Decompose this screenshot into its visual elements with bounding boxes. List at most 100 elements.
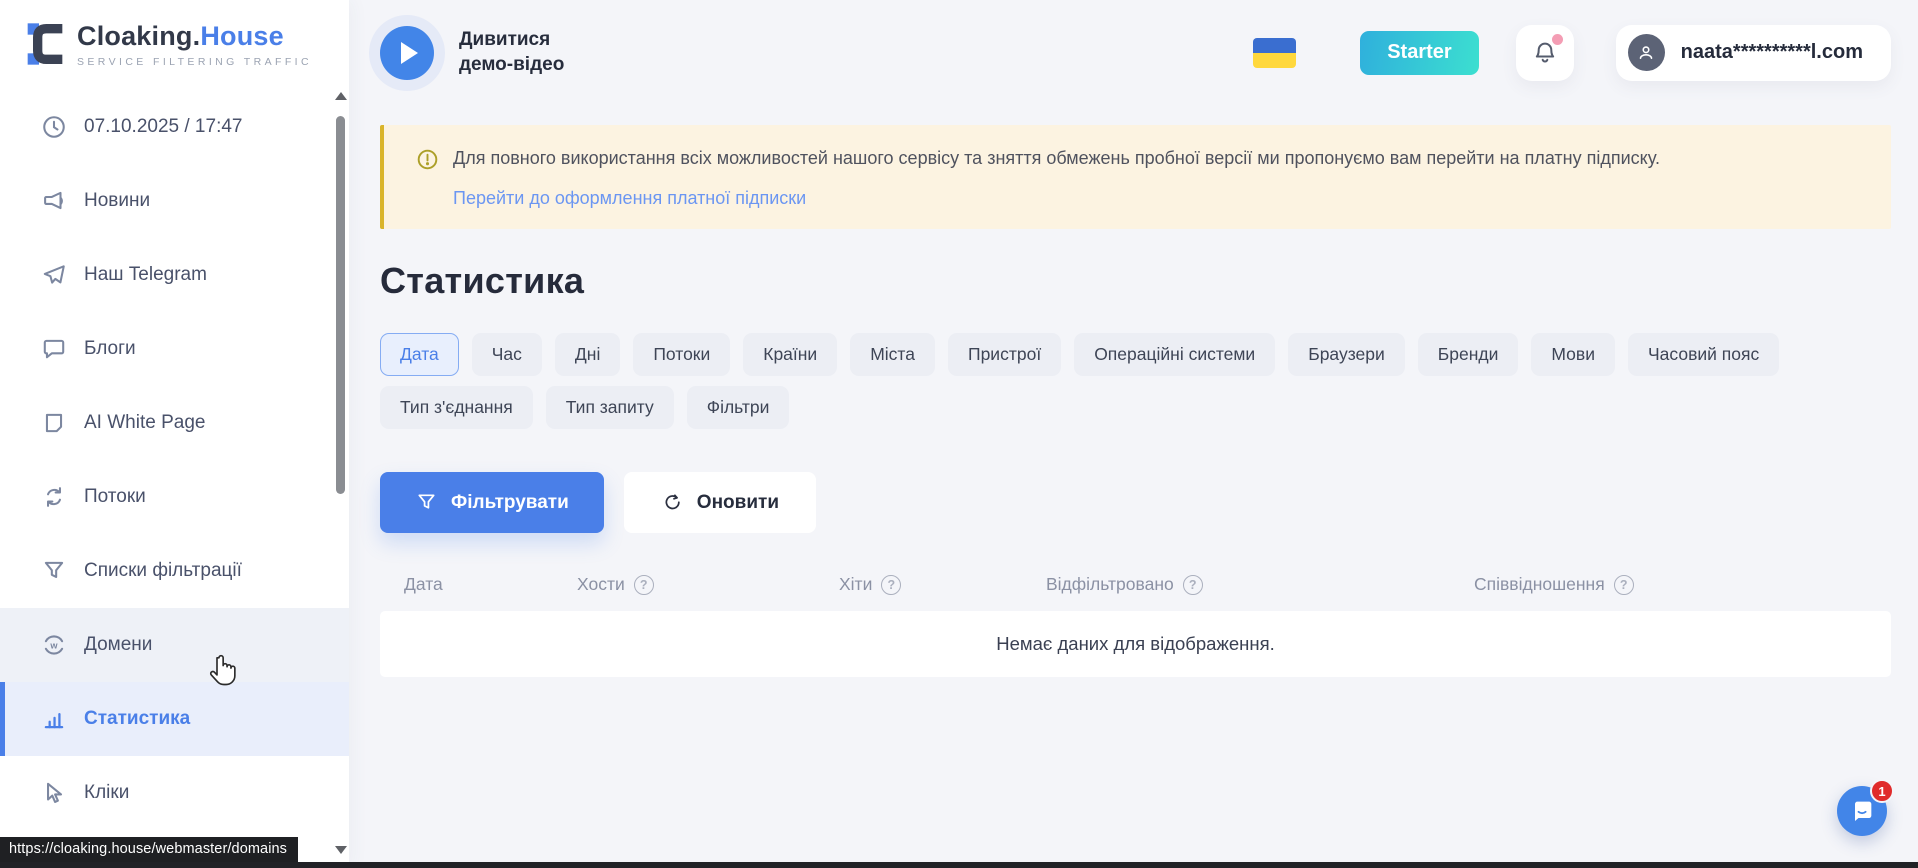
trial-warning-text: Для повного використання всіх можливосте…	[453, 146, 1660, 171]
funnel-icon	[40, 558, 67, 585]
filter-tab-cities[interactable]: Міста	[850, 333, 935, 376]
sidebar-item-label: Списки фільтрації	[84, 560, 242, 582]
column-header-ratio: Співвідношення ?	[1474, 574, 1634, 595]
brand-text: Cloaking.House SERVICE FILTERING TRAFFIC	[77, 21, 312, 68]
action-buttons: Фільтрувати Оновити	[380, 472, 1891, 533]
sidebar-item-label: 07.10.2025 / 17:47	[84, 116, 242, 138]
sidebar-item-date[interactable]: 07.10.2025 / 17:47	[0, 90, 349, 164]
scrollbar-down-arrow[interactable]	[335, 846, 347, 854]
sidebar-item-label: AI White Page	[84, 412, 205, 434]
column-header-hosts: Хости ?	[577, 574, 839, 595]
user-email: naata**********l.com	[1681, 41, 1863, 64]
help-icon[interactable]: ?	[881, 575, 901, 595]
sidebar-scrollbar[interactable]	[334, 92, 347, 862]
clock-icon	[40, 114, 67, 141]
sidebar-item-label: Потоки	[84, 486, 146, 508]
notification-dot	[1552, 34, 1563, 45]
demo-video[interactable]: Дивитися демо-відео	[380, 26, 564, 80]
domain-globe-icon: w	[40, 632, 67, 659]
person-icon	[1635, 42, 1657, 64]
help-icon[interactable]: ?	[1614, 575, 1634, 595]
scrollbar-up-arrow[interactable]	[335, 92, 347, 100]
sidebar-item-label: Блоги	[84, 338, 136, 360]
play-icon	[401, 42, 418, 64]
column-header-date: Дата	[404, 574, 577, 595]
table-header: Дата Хости ? Хіти ? Відфільтровано ? Спі…	[380, 574, 1891, 595]
help-icon[interactable]: ?	[634, 575, 654, 595]
sidebar-item-blogs[interactable]: Блоги	[0, 312, 349, 386]
filter-tab-languages[interactable]: Мови	[1531, 333, 1615, 376]
chat-bubble-icon	[40, 336, 67, 363]
filter-tab-days[interactable]: Дні	[555, 333, 620, 376]
page-icon	[40, 410, 67, 437]
sidebar-item-telegram[interactable]: Наш Telegram	[0, 238, 349, 312]
warning-icon	[416, 148, 439, 171]
filter-tab-time[interactable]: Час	[472, 333, 542, 376]
column-header-hits: Хіти ?	[839, 574, 1046, 595]
demo-video-line1: Дивитися	[459, 28, 564, 53]
sidebar-menu: 07.10.2025 / 17:47 Новини Наш Telegram Б…	[0, 90, 349, 830]
filter-tabs-row-1: Дата Час Дні Потоки Країни Міста Пристро…	[380, 333, 1891, 376]
language-flag-ukraine[interactable]	[1253, 38, 1296, 68]
filter-tab-timezone[interactable]: Часовий пояс	[1628, 333, 1779, 376]
funnel-icon	[415, 491, 438, 514]
filter-tab-date[interactable]: Дата	[380, 333, 459, 376]
sidebar-item-label: Новини	[84, 190, 150, 212]
filter-tab-brands[interactable]: Бренди	[1418, 333, 1519, 376]
sidebar-item-statistics[interactable]: Статистика	[0, 682, 349, 756]
page-title: Статистика	[380, 260, 1891, 302]
logo[interactable]: Cloaking.House SERVICE FILTERING TRAFFIC	[0, 0, 349, 84]
sidebar-item-ai-white-page[interactable]: AI White Page	[0, 386, 349, 460]
column-label: Дата	[404, 574, 443, 595]
svg-text:w: w	[49, 640, 58, 650]
help-icon[interactable]: ?	[1183, 575, 1203, 595]
sidebar: Cloaking.House SERVICE FILTERING TRAFFIC…	[0, 0, 349, 868]
notifications-button[interactable]	[1516, 25, 1574, 81]
empty-state-text: Немає даних для відображення.	[996, 633, 1274, 655]
column-label: Хости	[577, 574, 625, 595]
filter-tab-countries[interactable]: Країни	[743, 333, 837, 376]
subscription-link[interactable]: Перейти до оформлення платної підписки	[453, 188, 806, 209]
demo-video-label: Дивитися демо-відео	[459, 28, 564, 77]
filter-button[interactable]: Фільтрувати	[380, 472, 604, 533]
filter-tab-request-type[interactable]: Тип запиту	[546, 386, 674, 429]
column-label: Відфільтровано	[1046, 574, 1174, 595]
sync-icon	[40, 484, 67, 511]
sidebar-item-clicks[interactable]: Кліки	[0, 756, 349, 830]
scrollbar-thumb[interactable]	[336, 116, 345, 494]
demo-video-line2: демо-відео	[459, 53, 564, 78]
chat-widget-button[interactable]: 1	[1837, 786, 1887, 836]
topbar: Дивитися демо-відео Starter naata*******…	[349, 0, 1918, 105]
bottom-edge-strip	[0, 862, 1918, 868]
sidebar-item-label: Статистика	[84, 708, 190, 730]
filter-tab-browsers[interactable]: Браузери	[1288, 333, 1405, 376]
plan-badge-button[interactable]: Starter	[1360, 31, 1478, 75]
brand-logo-icon	[26, 20, 64, 68]
filter-tab-devices[interactable]: Пристрої	[948, 333, 1061, 376]
status-bar-url: https://cloaking.house/webmaster/domains	[0, 837, 298, 862]
filter-button-label: Фільтрувати	[451, 492, 569, 514]
sidebar-item-flows[interactable]: Потоки	[0, 460, 349, 534]
main-area: Дивитися демо-відео Starter naata*******…	[349, 0, 1918, 868]
app-window: Cloaking.House SERVICE FILTERING TRAFFIC…	[0, 0, 1918, 868]
filter-tab-flows[interactable]: Потоки	[633, 333, 730, 376]
play-button[interactable]	[380, 26, 434, 80]
cursor-arrow-icon	[40, 780, 67, 807]
sidebar-item-label: Домени	[84, 634, 152, 656]
paper-plane-icon	[40, 262, 67, 289]
user-account-button[interactable]: naata**********l.com	[1616, 25, 1891, 81]
filter-tab-os[interactable]: Операційні системи	[1074, 333, 1275, 376]
avatar	[1628, 34, 1665, 71]
refresh-button[interactable]: Оновити	[624, 472, 816, 533]
refresh-button-label: Оновити	[697, 492, 779, 514]
refresh-icon	[661, 491, 684, 514]
content: Для повного використання всіх можливосте…	[349, 105, 1918, 677]
column-header-filtered: Відфільтровано ?	[1046, 574, 1474, 595]
sidebar-item-news[interactable]: Новини	[0, 164, 349, 238]
sidebar-item-domains[interactable]: w Домени	[0, 608, 349, 682]
sidebar-item-filter-lists[interactable]: Списки фільтрації	[0, 534, 349, 608]
filter-tabs-row-2: Тип з'єднання Тип запиту Фільтри	[380, 386, 1891, 429]
filter-tab-filters[interactable]: Фільтри	[687, 386, 790, 429]
brand-name-accent: House	[200, 21, 284, 51]
filter-tab-connection-type[interactable]: Тип з'єднання	[380, 386, 533, 429]
